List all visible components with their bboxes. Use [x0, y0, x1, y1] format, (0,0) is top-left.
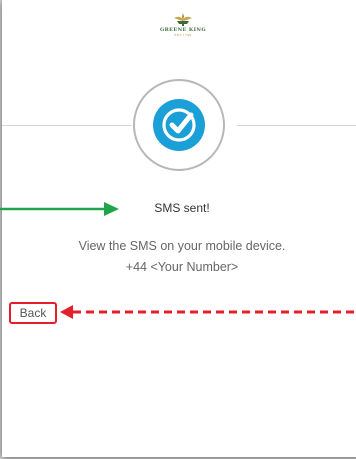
back-button[interactable]: Back	[9, 302, 57, 324]
logo-emblem-icon	[174, 13, 192, 26]
red-arrow-annotation	[60, 305, 356, 319]
screenshot-stage: GREENE KING EST 1799 SMS sent! View the …	[0, 0, 356, 459]
divider-right	[237, 125, 356, 126]
greene-king-logo: GREENE KING EST 1799	[138, 12, 228, 42]
brand-sub: EST 1799	[174, 33, 192, 37]
status-message: View the SMS on your mobile device.	[78, 239, 286, 253]
green-arrow-annotation	[0, 202, 119, 216]
status-title: SMS sent!	[154, 201, 210, 215]
sms-confirmation-card: GREENE KING EST 1799 SMS sent! View the …	[2, 0, 356, 457]
check-badge-icon	[132, 78, 226, 172]
phone-number: +44 <Your Number>	[125, 260, 239, 274]
divider-left	[2, 125, 132, 126]
status-description: View the SMS on your mobile device. +44 …	[22, 236, 342, 278]
